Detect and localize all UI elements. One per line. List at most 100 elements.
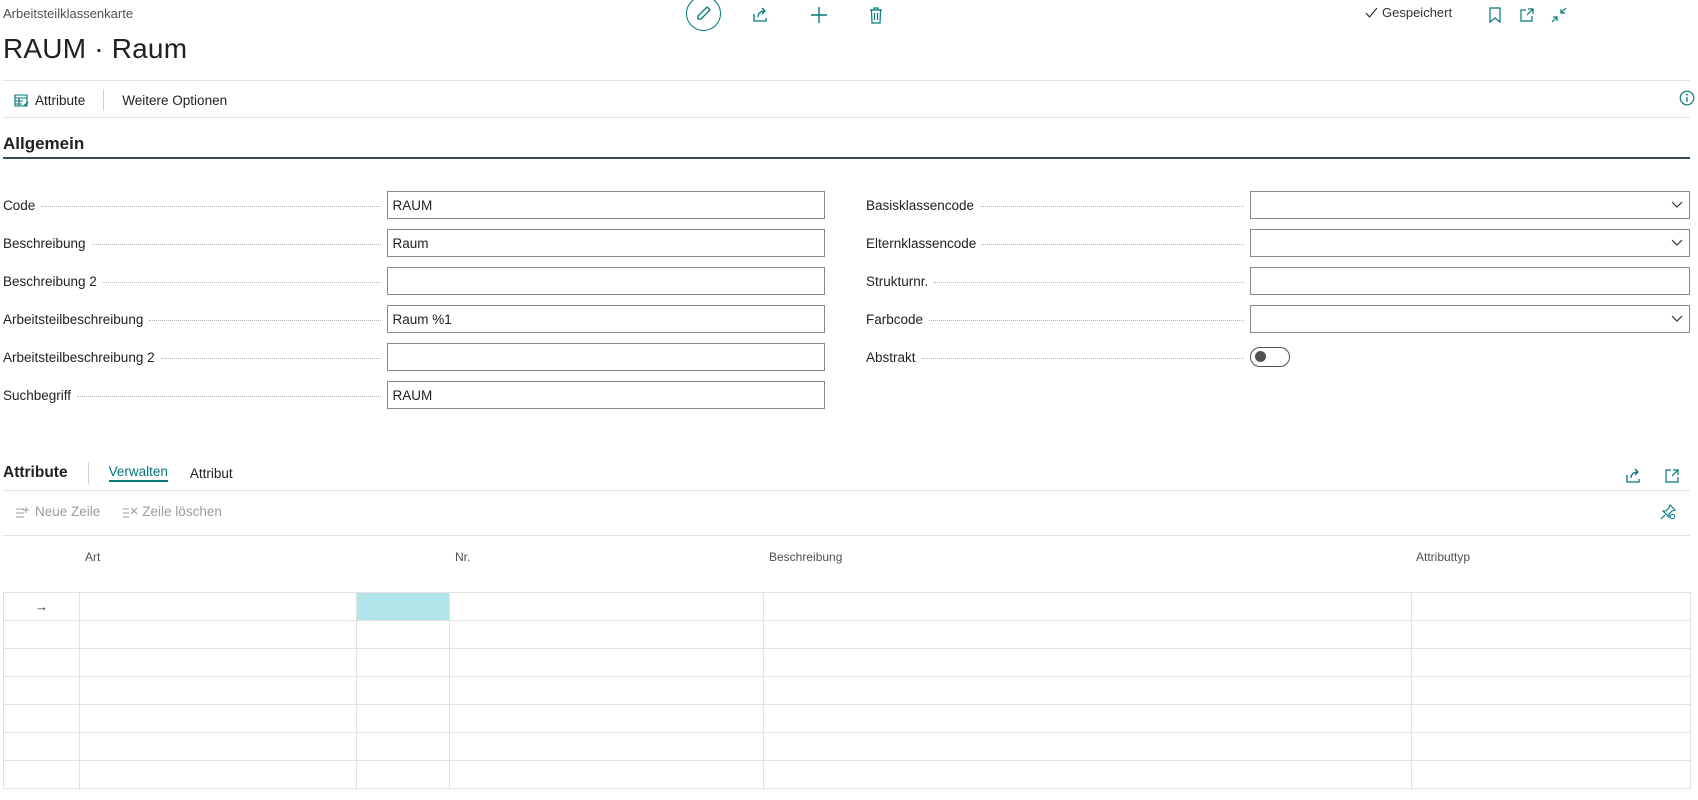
field-farbcode-label: Farbcode <box>866 311 924 327</box>
table-cell[interactable] <box>356 704 450 733</box>
table-row[interactable]: → <box>3 592 1691 621</box>
table-cell[interactable] <box>1411 704 1691 733</box>
field-suchbegriff-label: Suchbegriff <box>3 387 72 403</box>
new-line-label: Neue Zeile <box>35 504 101 519</box>
table-cell[interactable] <box>1411 676 1691 705</box>
table-cell[interactable] <box>79 732 357 761</box>
subpage-expand-button[interactable] <box>1656 461 1688 491</box>
field-arbeitsteilbeschreibung-label: Arbeitsteilbeschreibung <box>3 311 144 327</box>
table-cell[interactable] <box>356 592 450 621</box>
new-button[interactable] <box>803 0 835 30</box>
table-cell[interactable] <box>763 648 1412 677</box>
basisklassencode-select[interactable] <box>1250 191 1690 219</box>
more-options-button[interactable]: Weitere Optionen <box>122 93 227 108</box>
share-icon <box>753 7 767 22</box>
field-code: Code RAUM <box>3 191 825 219</box>
table-cell[interactable] <box>79 648 357 677</box>
row-marker-cell[interactable] <box>3 760 80 789</box>
table-cell[interactable] <box>449 592 764 621</box>
delete-line-label: Zeile löschen <box>142 504 222 519</box>
table-cell[interactable] <box>449 732 764 761</box>
field-elternklassencode-label: Elternklassencode <box>866 235 977 251</box>
tab-verwalten[interactable]: Verwalten <box>108 464 168 482</box>
table-cell[interactable] <box>763 704 1412 733</box>
elternklassencode-select[interactable] <box>1250 229 1690 257</box>
column-header-art[interactable]: Art <box>85 550 100 564</box>
row-marker-cell[interactable] <box>3 620 80 649</box>
row-marker-cell[interactable]: → <box>3 592 80 621</box>
table-row[interactable] <box>3 732 1691 761</box>
table-cell[interactable] <box>356 732 450 761</box>
attribute-action-button[interactable]: Attribute <box>14 93 85 108</box>
field-arbeitsteilbeschreibung-2-label: Arbeitsteilbeschreibung 2 <box>3 349 155 365</box>
row-marker-cell[interactable] <box>3 676 80 705</box>
field-code-label: Code <box>3 197 36 213</box>
table-cell[interactable] <box>449 620 764 649</box>
table-cell[interactable] <box>763 676 1412 705</box>
column-header-nr[interactable]: Nr. <box>455 550 470 564</box>
table-cell[interactable] <box>449 704 764 733</box>
delete-line-button[interactable]: Zeile löschen <box>122 504 222 519</box>
attribute-grid: Art Nr. Beschreibung Attributtyp → <box>3 550 1691 789</box>
beschreibung-2-input[interactable] <box>386 267 825 295</box>
edit-button[interactable] <box>686 0 721 31</box>
table-cell[interactable] <box>1411 760 1691 789</box>
pin-button[interactable] <box>1660 503 1677 525</box>
table-cell[interactable] <box>356 648 450 677</box>
arbeitsteilbeschreibung-input[interactable]: Raum %1 <box>386 305 825 333</box>
open-new-window-button[interactable] <box>1511 0 1543 30</box>
table-row[interactable] <box>3 760 1691 789</box>
table-row[interactable] <box>3 704 1691 733</box>
field-basisklassencode-label: Basisklassencode <box>866 197 975 213</box>
table-cell[interactable] <box>79 760 357 789</box>
table-cell[interactable] <box>449 676 764 705</box>
arbeitsteilbeschreibung-2-input[interactable] <box>386 343 825 371</box>
delete-button[interactable] <box>860 0 892 30</box>
field-abstrakt: Abstrakt <box>866 343 1690 371</box>
info-icon <box>1679 90 1695 106</box>
table-cell[interactable] <box>763 592 1412 621</box>
farbcode-select[interactable] <box>1250 305 1690 333</box>
table-cell[interactable] <box>79 592 357 621</box>
subpage-share-button[interactable] <box>1618 461 1650 491</box>
table-cell[interactable] <box>1411 732 1691 761</box>
column-header-attributtyp[interactable]: Attributtyp <box>1416 550 1470 564</box>
row-marker-cell[interactable] <box>3 732 80 761</box>
table-cell[interactable] <box>763 732 1412 761</box>
share-button[interactable] <box>745 0 777 30</box>
table-cell[interactable] <box>1411 592 1691 621</box>
table-row[interactable] <box>3 676 1691 705</box>
table-cell[interactable] <box>1411 620 1691 649</box>
table-row[interactable] <box>3 648 1691 677</box>
row-marker-cell[interactable] <box>3 648 80 677</box>
table-cell[interactable] <box>79 704 357 733</box>
beschreibung-input[interactable]: Raum <box>386 229 825 257</box>
table-cell[interactable] <box>763 760 1412 789</box>
table-cell[interactable] <box>449 648 764 677</box>
table-cell[interactable] <box>449 760 764 789</box>
info-button[interactable] <box>1679 90 1695 111</box>
new-line-button[interactable]: Neue Zeile <box>15 504 100 519</box>
table-cell[interactable] <box>79 620 357 649</box>
suchbegriff-input[interactable]: RAUM <box>386 381 825 409</box>
subpage-header: Attribute Verwalten Attribut <box>3 462 255 484</box>
collapse-button[interactable] <box>1543 0 1575 30</box>
table-row[interactable] <box>3 620 1691 649</box>
bookmark-icon <box>1489 7 1501 23</box>
table-cell[interactable] <box>1411 648 1691 677</box>
table-cell[interactable] <box>356 620 450 649</box>
field-elternklassencode: Elternklassencode <box>866 229 1690 257</box>
table-cell[interactable] <box>763 620 1412 649</box>
code-input[interactable]: RAUM <box>386 191 825 219</box>
row-marker-cell[interactable] <box>3 704 80 733</box>
tab-attribut[interactable]: Attribut <box>190 466 233 481</box>
abstrakt-toggle[interactable] <box>1250 347 1290 367</box>
column-header-beschreibung[interactable]: Beschreibung <box>769 550 842 564</box>
new-line-icon <box>16 506 29 518</box>
bookmark-button[interactable] <box>1479 0 1511 30</box>
trash-icon <box>870 6 882 24</box>
table-cell[interactable] <box>356 760 450 789</box>
strukturnr-input[interactable] <box>1250 267 1690 295</box>
table-cell[interactable] <box>356 676 450 705</box>
table-cell[interactable] <box>79 676 357 705</box>
